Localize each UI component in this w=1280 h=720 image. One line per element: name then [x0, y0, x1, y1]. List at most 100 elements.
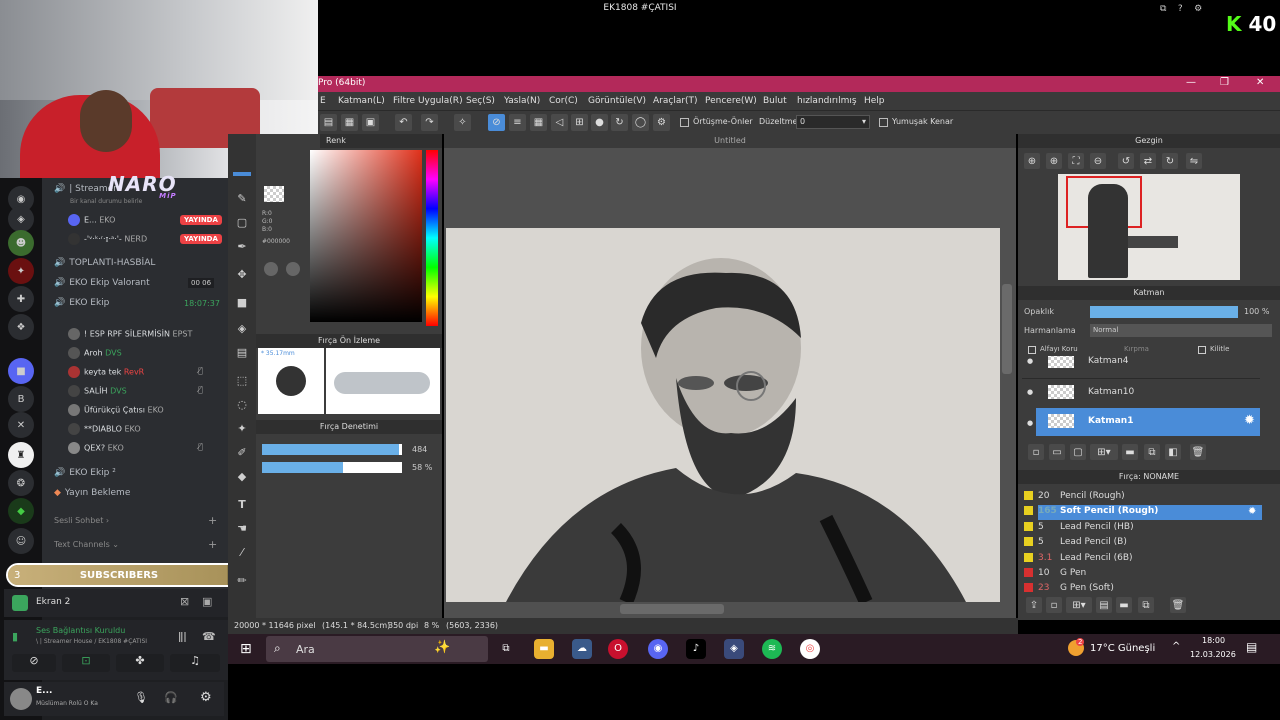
- rotate-right-icon[interactable]: ↻: [1162, 153, 1178, 169]
- horizontal-scrollbar[interactable]: [620, 604, 724, 614]
- brush-item[interactable]: 5 Lead Pencil (HB): [1024, 522, 1134, 537]
- category-text[interactable]: Text Channels ⌄: [54, 540, 119, 549]
- voice-user[interactable]: keyta tek RevR: [68, 366, 144, 378]
- brush-item[interactable]: 20 Pencil (Rough): [1024, 491, 1125, 506]
- eye-icon[interactable]: ●: [1027, 357, 1033, 365]
- brush-add-dropdown-icon[interactable]: ⊞▾: [1066, 597, 1092, 613]
- menu-item[interactable]: Cor(C): [549, 96, 578, 106]
- server-icon[interactable]: ✦: [8, 258, 34, 284]
- layer-settings-icon[interactable]: ✹: [1244, 413, 1255, 428]
- brush-item-selected[interactable]: 165 Soft Pencil (Rough): [1024, 506, 1158, 521]
- layer-item[interactable]: ● Katman4: [1022, 356, 1260, 370]
- restore-icon[interactable]: ❐: [1220, 77, 1229, 88]
- clock-date[interactable]: 12.03.2026: [1190, 650, 1236, 659]
- reset-icon[interactable]: ◯: [632, 114, 649, 131]
- rotate-icon[interactable]: ↻: [611, 114, 628, 131]
- overlap-checkbox[interactable]: [680, 118, 689, 127]
- brush-item[interactable]: 10 G Pen: [1024, 568, 1086, 583]
- noise-icon[interactable]: ǁǀ: [178, 630, 187, 643]
- close-icon[interactable]: ✕: [1256, 77, 1264, 88]
- undo-icon[interactable]: ↶: [395, 114, 412, 131]
- lasso-icon[interactable]: ◌: [233, 396, 251, 414]
- fit-icon[interactable]: ⛶: [1068, 153, 1084, 169]
- menu-item[interactable]: Görüntüle(V): [588, 96, 646, 106]
- server-icon[interactable]: ☻: [8, 230, 34, 256]
- server-icon[interactable]: B: [8, 386, 34, 412]
- menu-item[interactable]: Filtre Uygula(R): [393, 96, 463, 106]
- perspective-icon[interactable]: ⊞: [571, 114, 588, 131]
- menu-item[interactable]: Araçlar(T): [653, 96, 698, 106]
- channel-item[interactable]: 🔊 EKO Ekip Valorant: [54, 278, 150, 288]
- category-voice[interactable]: Sesli Sohbet ›: [54, 516, 109, 525]
- app-icon[interactable]: ☁: [572, 639, 592, 659]
- channel-item[interactable]: 🔊 TOPLANTI-HASBİAL: [54, 258, 155, 268]
- chrome-icon[interactable]: ◎: [800, 639, 820, 659]
- canvas-tab[interactable]: Untitled: [444, 134, 1016, 148]
- taskbar-search[interactable]: ⌕ Ara ✨: [266, 636, 488, 662]
- blend-icon[interactable]: ◆: [233, 468, 251, 486]
- hand-icon[interactable]: ☚: [233, 520, 251, 538]
- voice-user[interactable]: Üfürükçü Çatısı EKO: [68, 404, 164, 416]
- brush-new-icon[interactable]: ▫: [1046, 597, 1062, 613]
- zoom-in-icon[interactable]: ⊕: [1046, 153, 1062, 169]
- layer-opacity-slider[interactable]: [1090, 306, 1238, 318]
- brush-item[interactable]: 3.1 Lead Pencil (6B): [1024, 553, 1133, 568]
- new-raster-layer-icon[interactable]: ▫: [1028, 444, 1044, 460]
- server-icon[interactable]: ■: [8, 358, 34, 384]
- vertical-scrollbar[interactable]: [1002, 284, 1012, 374]
- eyedropper-icon[interactable]: ⁄: [233, 544, 251, 562]
- brush-opacity-slider[interactable]: [262, 462, 402, 473]
- stabilizer-icon[interactable]: ✧: [454, 114, 471, 131]
- layer-item[interactable]: ● Katman10: [1022, 378, 1260, 404]
- rectangle-select-icon[interactable]: ▢: [233, 214, 251, 232]
- help-icon[interactable]: ?: [1178, 4, 1183, 14]
- mask-icon[interactable]: ◧: [1165, 444, 1181, 460]
- voice-user[interactable]: -'ᵛ·ᵏ·ʳ·ɪ·ᵃ·'- NERD: [68, 233, 147, 245]
- palette-icon[interactable]: [286, 262, 300, 276]
- redo-icon[interactable]: ↷: [421, 114, 438, 131]
- server-icon[interactable]: ◈: [8, 206, 34, 232]
- eye-icon[interactable]: ●: [1027, 419, 1033, 427]
- zoom-in-icon[interactable]: ⊕: [1024, 153, 1040, 169]
- add-layer-dropdown-icon[interactable]: ⊞▾: [1090, 444, 1118, 460]
- blend-select[interactable]: Normal: [1090, 324, 1272, 337]
- avatar[interactable]: [10, 688, 32, 710]
- alpha-lock-checkbox[interactable]: [1028, 346, 1036, 354]
- grid-icon[interactable]: ▦: [530, 114, 547, 131]
- circle-icon[interactable]: ●: [591, 114, 608, 131]
- picture-in-picture-icon[interactable]: ⧉: [1160, 4, 1166, 14]
- file-explorer-icon[interactable]: ▬: [534, 639, 554, 659]
- color-mode-icon[interactable]: [264, 262, 278, 276]
- brush-size-slider[interactable]: [262, 444, 402, 455]
- weather-text[interactable]: 17°C Güneşli: [1090, 643, 1155, 654]
- brush-copy-icon[interactable]: ⧉: [1138, 597, 1154, 613]
- user-settings-icon[interactable]: ⚙: [200, 690, 212, 705]
- task-view-icon[interactable]: ⧉: [496, 639, 516, 659]
- drawing-canvas[interactable]: [446, 228, 1000, 602]
- current-color-swatch[interactable]: [264, 186, 284, 202]
- channel-item[interactable]: 🔊 EKO Ekip ²: [54, 468, 116, 478]
- navigator-preview[interactable]: [1058, 174, 1240, 280]
- headphones-icon[interactable]: 🎧: [164, 691, 178, 704]
- server-icon[interactable]: ❖: [8, 314, 34, 340]
- notification-icon[interactable]: ▤: [1246, 640, 1257, 654]
- new-file-icon[interactable]: ▤: [320, 114, 337, 131]
- add-channel-icon[interactable]: +: [208, 514, 217, 527]
- channel-item[interactable]: 🔊 EKO Ekip: [54, 298, 109, 308]
- wand-icon[interactable]: ✦: [233, 420, 251, 438]
- stop-share-icon[interactable]: ⊠: [180, 595, 189, 608]
- minimize-icon[interactable]: —: [1186, 77, 1196, 88]
- open-file-icon[interactable]: ▦: [341, 114, 358, 131]
- delete-layer-icon[interactable]: 🗑: [1190, 444, 1206, 460]
- voice-user[interactable]: E... EKO: [68, 214, 115, 226]
- screen-share-button[interactable]: ⊡: [62, 654, 110, 672]
- menu-item[interactable]: Bulut: [763, 96, 787, 106]
- color-picker-field[interactable]: [310, 150, 422, 322]
- lock-checkbox[interactable]: [1198, 346, 1206, 354]
- menu-item[interactable]: Katman(L): [338, 96, 385, 106]
- selection-icon[interactable]: ⊘: [488, 114, 505, 131]
- flip-icon[interactable]: ⇄: [1140, 153, 1156, 169]
- eraser-icon[interactable]: ✎: [233, 190, 251, 208]
- menu-item[interactable]: Yasla(N): [504, 96, 540, 106]
- menu-item[interactable]: Seç(S): [466, 96, 495, 106]
